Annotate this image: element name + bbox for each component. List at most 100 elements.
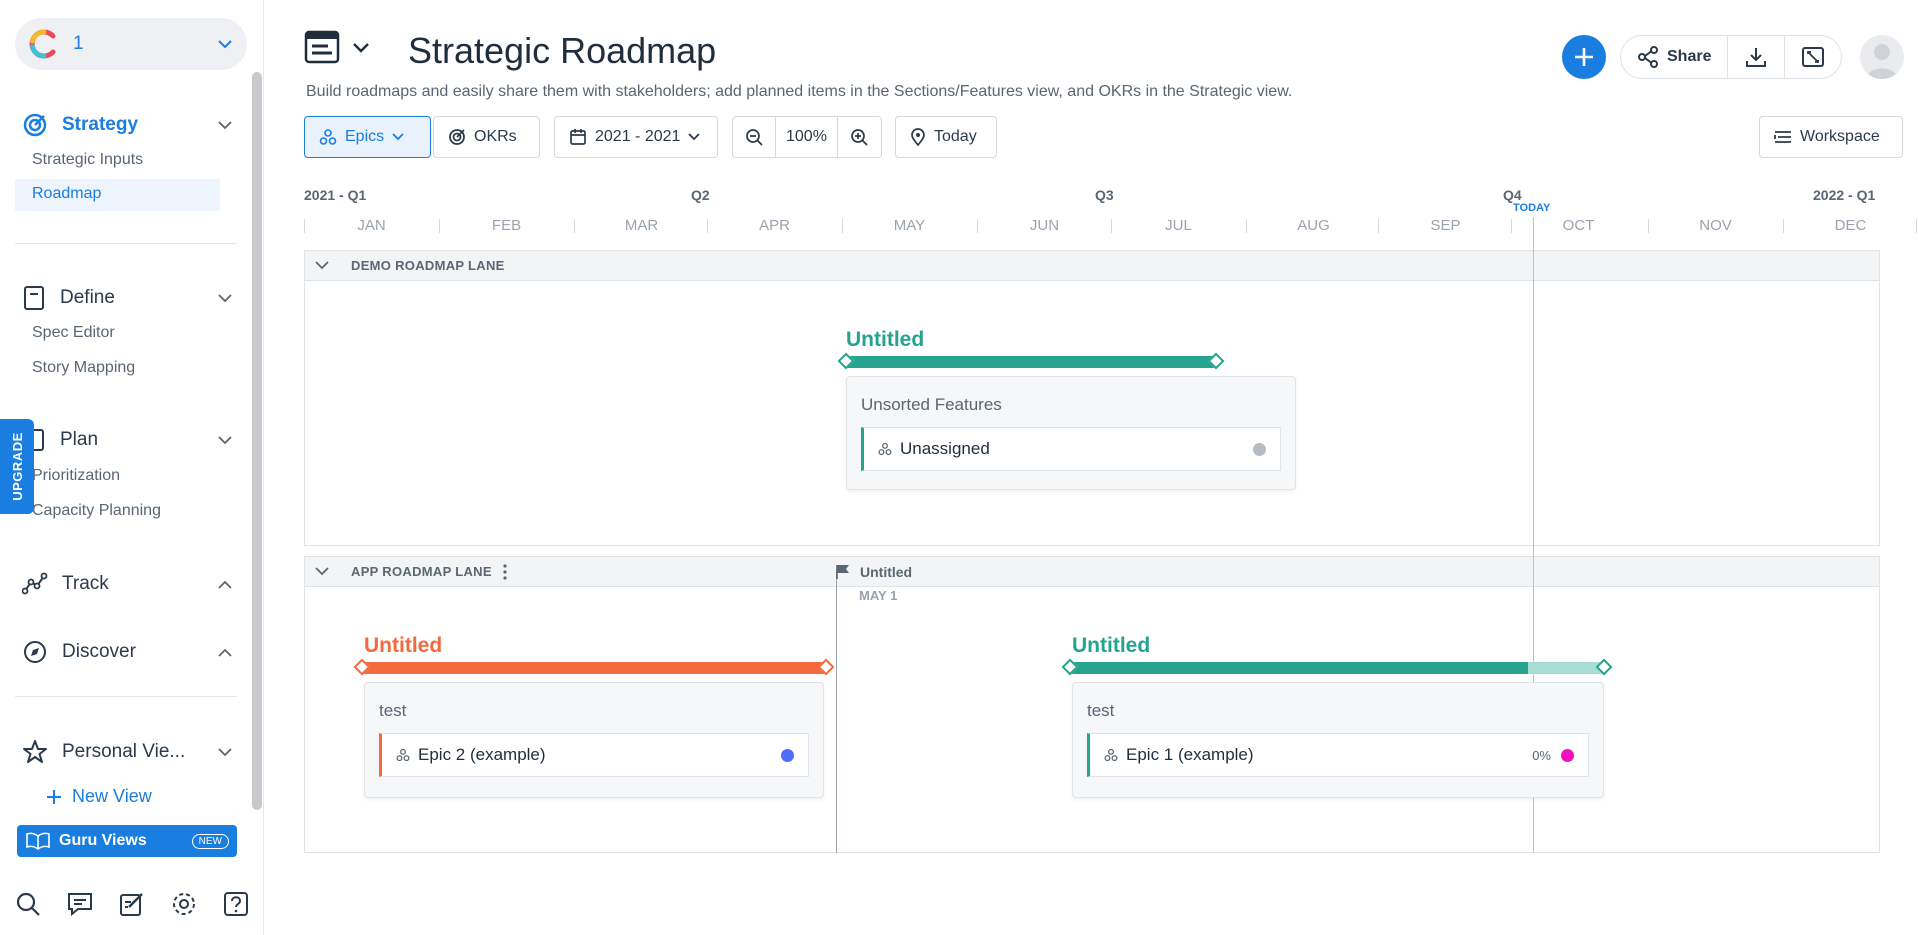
open-book-icon	[26, 832, 50, 850]
epic-bar[interactable]	[362, 662, 826, 674]
sidebar-item-roadmap[interactable]: Roadmap	[15, 179, 220, 211]
nav-section-label: Plan	[60, 429, 99, 450]
sidebar-scrollbar[interactable]	[252, 72, 262, 810]
chevron-down-icon[interactable]	[217, 39, 233, 49]
sidebar-item-capacity-planning[interactable]: Capacity Planning	[32, 502, 161, 520]
lane-header[interactable]: APP ROADMAP LANE	[305, 557, 1879, 587]
nav-section-label: Track	[62, 573, 109, 594]
epic-title[interactable]: Untitled	[846, 328, 924, 352]
feature-item[interactable]: Epic 1 (example) 0%	[1087, 733, 1589, 777]
chevron-up-icon[interactable]	[218, 648, 232, 657]
nav-section-define[interactable]: Define	[22, 283, 232, 313]
plus-icon	[47, 789, 61, 804]
feature-name: Epic 2 (example)	[418, 745, 546, 764]
add-button[interactable]	[1562, 35, 1606, 79]
month-tick	[1916, 219, 1917, 233]
guru-views-label: Guru Views	[59, 832, 147, 849]
zoom-level: 100%	[786, 128, 827, 145]
epics-filter-button[interactable]: Epics	[304, 116, 431, 158]
trend-line-icon	[22, 572, 48, 595]
upgrade-button[interactable]: UPGRADE	[0, 419, 34, 514]
share-button[interactable]: Share	[1621, 36, 1729, 78]
feature-name: Epic 1 (example)	[1126, 745, 1254, 764]
feature-name: Unassigned	[900, 439, 990, 458]
plus-icon	[1575, 48, 1593, 66]
feature-item[interactable]: Epic 2 (example)	[379, 733, 809, 777]
location-pin-icon	[911, 128, 925, 146]
new-view-button[interactable]: New View	[46, 786, 152, 807]
epics-icon	[319, 129, 337, 145]
milestone[interactable]: Untitled	[836, 564, 912, 580]
zoom-in-button[interactable]	[838, 117, 880, 157]
epic-card[interactable]: test Epic 2 (example)	[364, 682, 824, 798]
view-switcher[interactable]	[304, 30, 370, 64]
feature-item[interactable]: Unassigned	[861, 427, 1281, 471]
sidebar-item-prioritization[interactable]: Prioritization	[32, 467, 120, 485]
workspace-switcher[interactable]: 1	[15, 18, 247, 70]
user-icon	[1866, 44, 1898, 79]
lane-header[interactable]: DEMO ROADMAP LANE	[305, 251, 1879, 281]
date-range-select[interactable]: 2021 - 2021	[554, 116, 718, 158]
epics-label: Epics	[345, 128, 385, 145]
sidebar-item-spec-editor[interactable]: Spec Editor	[32, 324, 115, 342]
chevron-down-icon[interactable]	[218, 293, 232, 303]
nav-section-plan[interactable]: Plan	[22, 425, 232, 455]
share-icon	[1638, 46, 1658, 68]
okrs-label: OKRs	[474, 128, 517, 145]
card-title: Unsorted Features	[861, 395, 1002, 414]
workspace-name: 1	[73, 33, 84, 54]
nav-section-personal-views[interactable]: Personal Vie...	[22, 737, 232, 767]
epic-bar[interactable]	[1070, 662, 1528, 674]
target-icon	[23, 113, 47, 137]
sidebar: 1 Strategy Strategic Inputs Roadmap Defi…	[0, 0, 264, 935]
chevron-down-icon[interactable]	[315, 567, 329, 576]
sidebar-footer	[14, 890, 250, 918]
epic-bar[interactable]	[846, 356, 1216, 368]
page-title: Strategic Roadmap	[408, 30, 717, 71]
chevron-down-icon[interactable]	[218, 120, 232, 130]
guru-views-button[interactable]: Guru Views NEW	[17, 825, 237, 857]
workspace-settings-button[interactable]: Workspace	[1759, 116, 1903, 158]
sidebar-item-story-mapping[interactable]: Story Mapping	[32, 359, 135, 377]
chevron-down-icon[interactable]	[218, 747, 232, 757]
chevron-down-icon[interactable]	[315, 261, 329, 270]
nav-section-label: Define	[60, 287, 115, 308]
search-icon[interactable]	[14, 890, 42, 918]
roadmap-view-icon	[304, 30, 340, 64]
comment-icon[interactable]	[66, 890, 94, 918]
edit-note-icon[interactable]	[118, 890, 146, 918]
help-icon[interactable]	[222, 890, 250, 918]
nav-section-track[interactable]: Track	[22, 569, 232, 599]
zoom-out-icon	[746, 129, 763, 146]
epic-title[interactable]: Untitled	[364, 634, 442, 658]
nav-section-discover[interactable]: Discover	[22, 637, 232, 667]
status-dot	[781, 748, 794, 762]
okrs-button[interactable]: OKRs	[433, 116, 540, 158]
download-button[interactable]	[1728, 36, 1786, 78]
epic-card[interactable]: test Epic 1 (example) 0%	[1072, 682, 1604, 798]
epic-title[interactable]: Untitled	[1072, 634, 1150, 658]
fullscreen-button[interactable]	[1785, 36, 1841, 78]
chevron-up-icon[interactable]	[218, 580, 232, 589]
chevron-down-icon[interactable]	[218, 435, 232, 445]
share-label: Share	[1667, 48, 1712, 65]
today-label: Today	[934, 128, 977, 145]
settings-sliders-icon	[1774, 131, 1791, 143]
app-logo-icon	[29, 29, 56, 59]
more-vertical-icon[interactable]	[502, 563, 508, 580]
month-label: AUG	[1297, 217, 1330, 234]
sidebar-item-strategic-inputs[interactable]: Strategic Inputs	[32, 151, 143, 169]
zoom-out-button[interactable]	[733, 117, 775, 157]
month-label: JUN	[1029, 217, 1060, 234]
epics-icon	[1104, 748, 1118, 762]
epic-card[interactable]: Unsorted Features Unassigned	[846, 376, 1296, 490]
avatar[interactable]	[1860, 35, 1904, 79]
status-dot	[1253, 442, 1266, 456]
today-button[interactable]: Today	[895, 116, 997, 158]
nav-section-strategy[interactable]: Strategy	[22, 110, 232, 140]
upgrade-label: UPGRADE	[9, 432, 25, 501]
nav-section-label: Strategy	[62, 114, 139, 135]
card-title: test	[379, 701, 407, 720]
gear-icon[interactable]	[170, 890, 198, 918]
status-dot	[1561, 748, 1574, 762]
